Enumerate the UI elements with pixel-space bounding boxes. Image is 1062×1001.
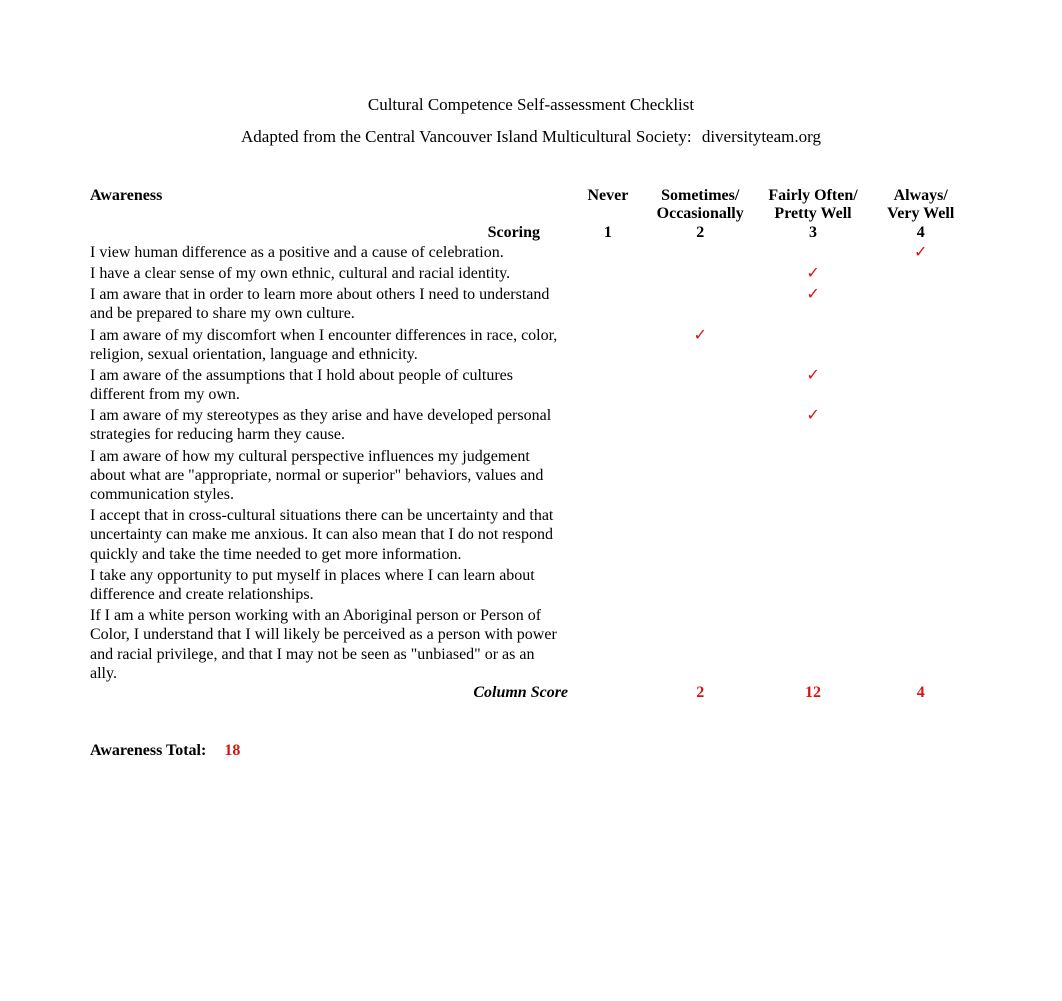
section-header: Awareness [90, 187, 572, 224]
score-cell-3 [757, 446, 870, 506]
score-cell-2 [644, 446, 757, 506]
table-row: If I am a white person working with an A… [90, 605, 972, 684]
table-row: I am aware of how my cultural perspectiv… [90, 446, 972, 506]
total-value: 18 [224, 742, 240, 759]
score-cell-1 [572, 565, 644, 605]
score-cell-3 [757, 565, 870, 605]
statement-text: I am aware of my stereotypes as they ari… [90, 405, 572, 445]
table-row: I am aware of the assumptions that I hol… [90, 365, 972, 405]
score-cell-3: ✓ [757, 405, 870, 445]
score-cell-4 [869, 605, 972, 684]
subtitle-prefix: Adapted from the Central Vancouver Islan… [241, 127, 692, 146]
table-row: I accept that in cross-cultural situatio… [90, 505, 972, 565]
score-cell-1 [572, 242, 644, 263]
checklist-table: Awareness Never Sometimes/Occasionally F… [90, 187, 972, 702]
table-row: I am aware of my stereotypes as they ari… [90, 405, 972, 445]
score-cell-4 [869, 505, 972, 565]
statement-text: I accept that in cross-cultural situatio… [90, 505, 572, 565]
score-cell-2 [644, 605, 757, 684]
score-cell-4: ✓ [869, 242, 972, 263]
score-cell-4 [869, 405, 972, 445]
score-cell-3 [757, 242, 870, 263]
check-icon: ✓ [806, 286, 819, 303]
subtotal-c4: 4 [869, 684, 972, 702]
statement-text: I am aware that in order to learn more a… [90, 284, 572, 324]
score-cell-3 [757, 325, 870, 365]
score-cell-2 [644, 284, 757, 324]
score-cell-1 [572, 446, 644, 506]
table-row: I view human difference as a positive an… [90, 242, 972, 263]
score-cell-1 [572, 505, 644, 565]
subtitle-link: diversityteam.org [702, 127, 821, 146]
total-label: Awareness Total: [90, 742, 206, 759]
document-subtitle: Adapted from the Central Vancouver Islan… [90, 127, 972, 147]
score-cell-2 [644, 405, 757, 445]
score-cell-1 [572, 325, 644, 365]
score-cell-1 [572, 365, 644, 405]
score-cell-1 [572, 284, 644, 324]
table-row: I take any opportunity to put myself in … [90, 565, 972, 605]
col-header-never: Never [572, 187, 644, 224]
col-header-fairly-often: Fairly Often/Pretty Well [757, 187, 870, 224]
subtotal-c3: 12 [757, 684, 870, 702]
score-cell-2 [644, 263, 757, 284]
score-cell-4 [869, 365, 972, 405]
statement-text: I take any opportunity to put myself in … [90, 565, 572, 605]
score-cell-2 [644, 565, 757, 605]
score-cell-4 [869, 446, 972, 506]
score-cell-1 [572, 263, 644, 284]
score-cell-4 [869, 284, 972, 324]
score-1: 1 [572, 224, 644, 242]
score-cell-4 [869, 325, 972, 365]
table-row: I am aware that in order to learn more a… [90, 284, 972, 324]
score-4: 4 [869, 224, 972, 242]
statement-text: I am aware of how my cultural perspectiv… [90, 446, 572, 506]
score-cell-3: ✓ [757, 365, 870, 405]
col-header-sometimes: Sometimes/Occasionally [644, 187, 757, 224]
statement-text: I have a clear sense of my own ethnic, c… [90, 263, 572, 284]
subtotal-c2: 2 [644, 684, 757, 702]
score-cell-2 [644, 365, 757, 405]
statement-text: I am aware of the assumptions that I hol… [90, 365, 572, 405]
statement-text: I view human difference as a positive an… [90, 242, 572, 263]
check-icon: ✓ [914, 244, 927, 261]
document-title: Cultural Competence Self-assessment Chec… [90, 95, 972, 115]
check-icon: ✓ [806, 367, 819, 384]
score-cell-1 [572, 405, 644, 445]
score-cell-4 [869, 263, 972, 284]
score-cell-3 [757, 605, 870, 684]
score-cell-2 [644, 242, 757, 263]
statement-text: I am aware of my discomfort when I encou… [90, 325, 572, 365]
score-cell-2 [644, 505, 757, 565]
score-cell-1 [572, 605, 644, 684]
subtotal-c1 [572, 684, 644, 702]
check-icon: ✓ [806, 407, 819, 424]
score-cell-3: ✓ [757, 284, 870, 324]
awareness-total: Awareness Total: 18 [90, 742, 972, 760]
check-icon: ✓ [806, 265, 819, 282]
subtotal-label: Column Score [90, 684, 572, 702]
statement-text: If I am a white person working with an A… [90, 605, 572, 684]
check-icon: ✓ [694, 327, 707, 344]
col-header-always: Always/Very Well [869, 187, 972, 224]
table-row: I have a clear sense of my own ethnic, c… [90, 263, 972, 284]
scoring-label: Scoring [90, 224, 572, 242]
score-cell-2: ✓ [644, 325, 757, 365]
table-row: I am aware of my discomfort when I encou… [90, 325, 972, 365]
score-cell-3 [757, 505, 870, 565]
score-cell-4 [869, 565, 972, 605]
score-cell-3: ✓ [757, 263, 870, 284]
score-3: 3 [757, 224, 870, 242]
score-2: 2 [644, 224, 757, 242]
